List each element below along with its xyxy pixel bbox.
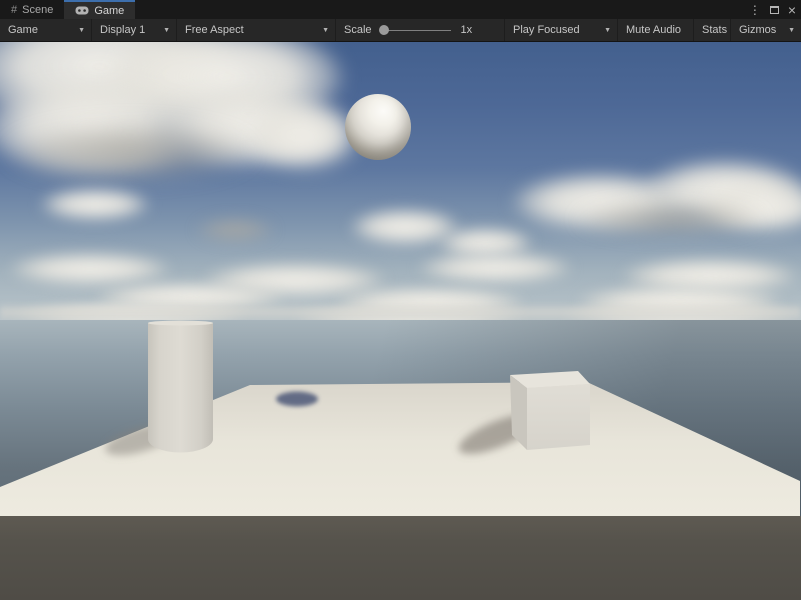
aspect-label: Free Aspect (185, 24, 244, 36)
chevron-down-icon: ▼ (780, 27, 795, 34)
gizmos-dropdown[interactable]: Gizmos ▼ (731, 19, 801, 41)
scale-slider-knob[interactable] (379, 25, 389, 35)
scale-value: 1x (461, 24, 473, 36)
stats-label: Stats (702, 24, 727, 36)
chevron-down-icon: ▼ (155, 27, 170, 34)
scale-label: Scale (344, 24, 372, 36)
scale-control: Scale 1x (336, 19, 505, 41)
cube (510, 371, 590, 450)
close-icon[interactable]: × (788, 3, 796, 17)
sphere (345, 94, 411, 160)
scale-slider[interactable] (381, 30, 451, 31)
gizmos-label: Gizmos (739, 24, 776, 36)
scene-grid-icon: # (11, 4, 17, 16)
mute-audio-label: Mute Audio (626, 24, 681, 36)
tab-game[interactable]: Game (64, 0, 135, 19)
maximize-icon[interactable] (770, 6, 779, 14)
chevron-down-icon: ▼ (70, 27, 85, 34)
game-view-toolbar: Game ▼ Display 1 ▼ Free Aspect ▼ Scale 1… (0, 19, 801, 42)
tab-bar: # Scene Game ⋮ × (0, 0, 801, 19)
tab-scene-label: Scene (22, 4, 53, 16)
tab-game-label: Game (94, 5, 124, 17)
game-menu-dropdown[interactable]: Game ▼ (0, 19, 92, 41)
cylinder (148, 321, 213, 453)
game-viewport[interactable] (0, 42, 801, 600)
chevron-down-icon: ▼ (596, 27, 611, 34)
display-label: Display 1 (100, 24, 145, 36)
mute-audio-button[interactable]: Mute Audio (618, 19, 694, 41)
tab-scene[interactable]: # Scene (0, 0, 64, 19)
sphere-shadow (276, 392, 318, 407)
display-dropdown[interactable]: Display 1 ▼ (92, 19, 177, 41)
aspect-ratio-dropdown[interactable]: Free Aspect ▼ (177, 19, 336, 41)
stats-button[interactable]: Stats (694, 19, 731, 41)
unity-game-window: # Scene Game ⋮ × Game ▼ Display 1 ▼ Free… (0, 0, 801, 600)
kebab-menu-icon[interactable]: ⋮ (749, 4, 761, 16)
foreground-ground (0, 516, 801, 600)
play-focused-dropdown[interactable]: Play Focused ▼ (505, 19, 618, 41)
chevron-down-icon: ▼ (314, 27, 329, 34)
gamepad-icon (75, 6, 89, 15)
window-controls: ⋮ × (749, 0, 796, 19)
play-focused-label: Play Focused (513, 24, 580, 36)
game-menu-label: Game (8, 24, 38, 36)
